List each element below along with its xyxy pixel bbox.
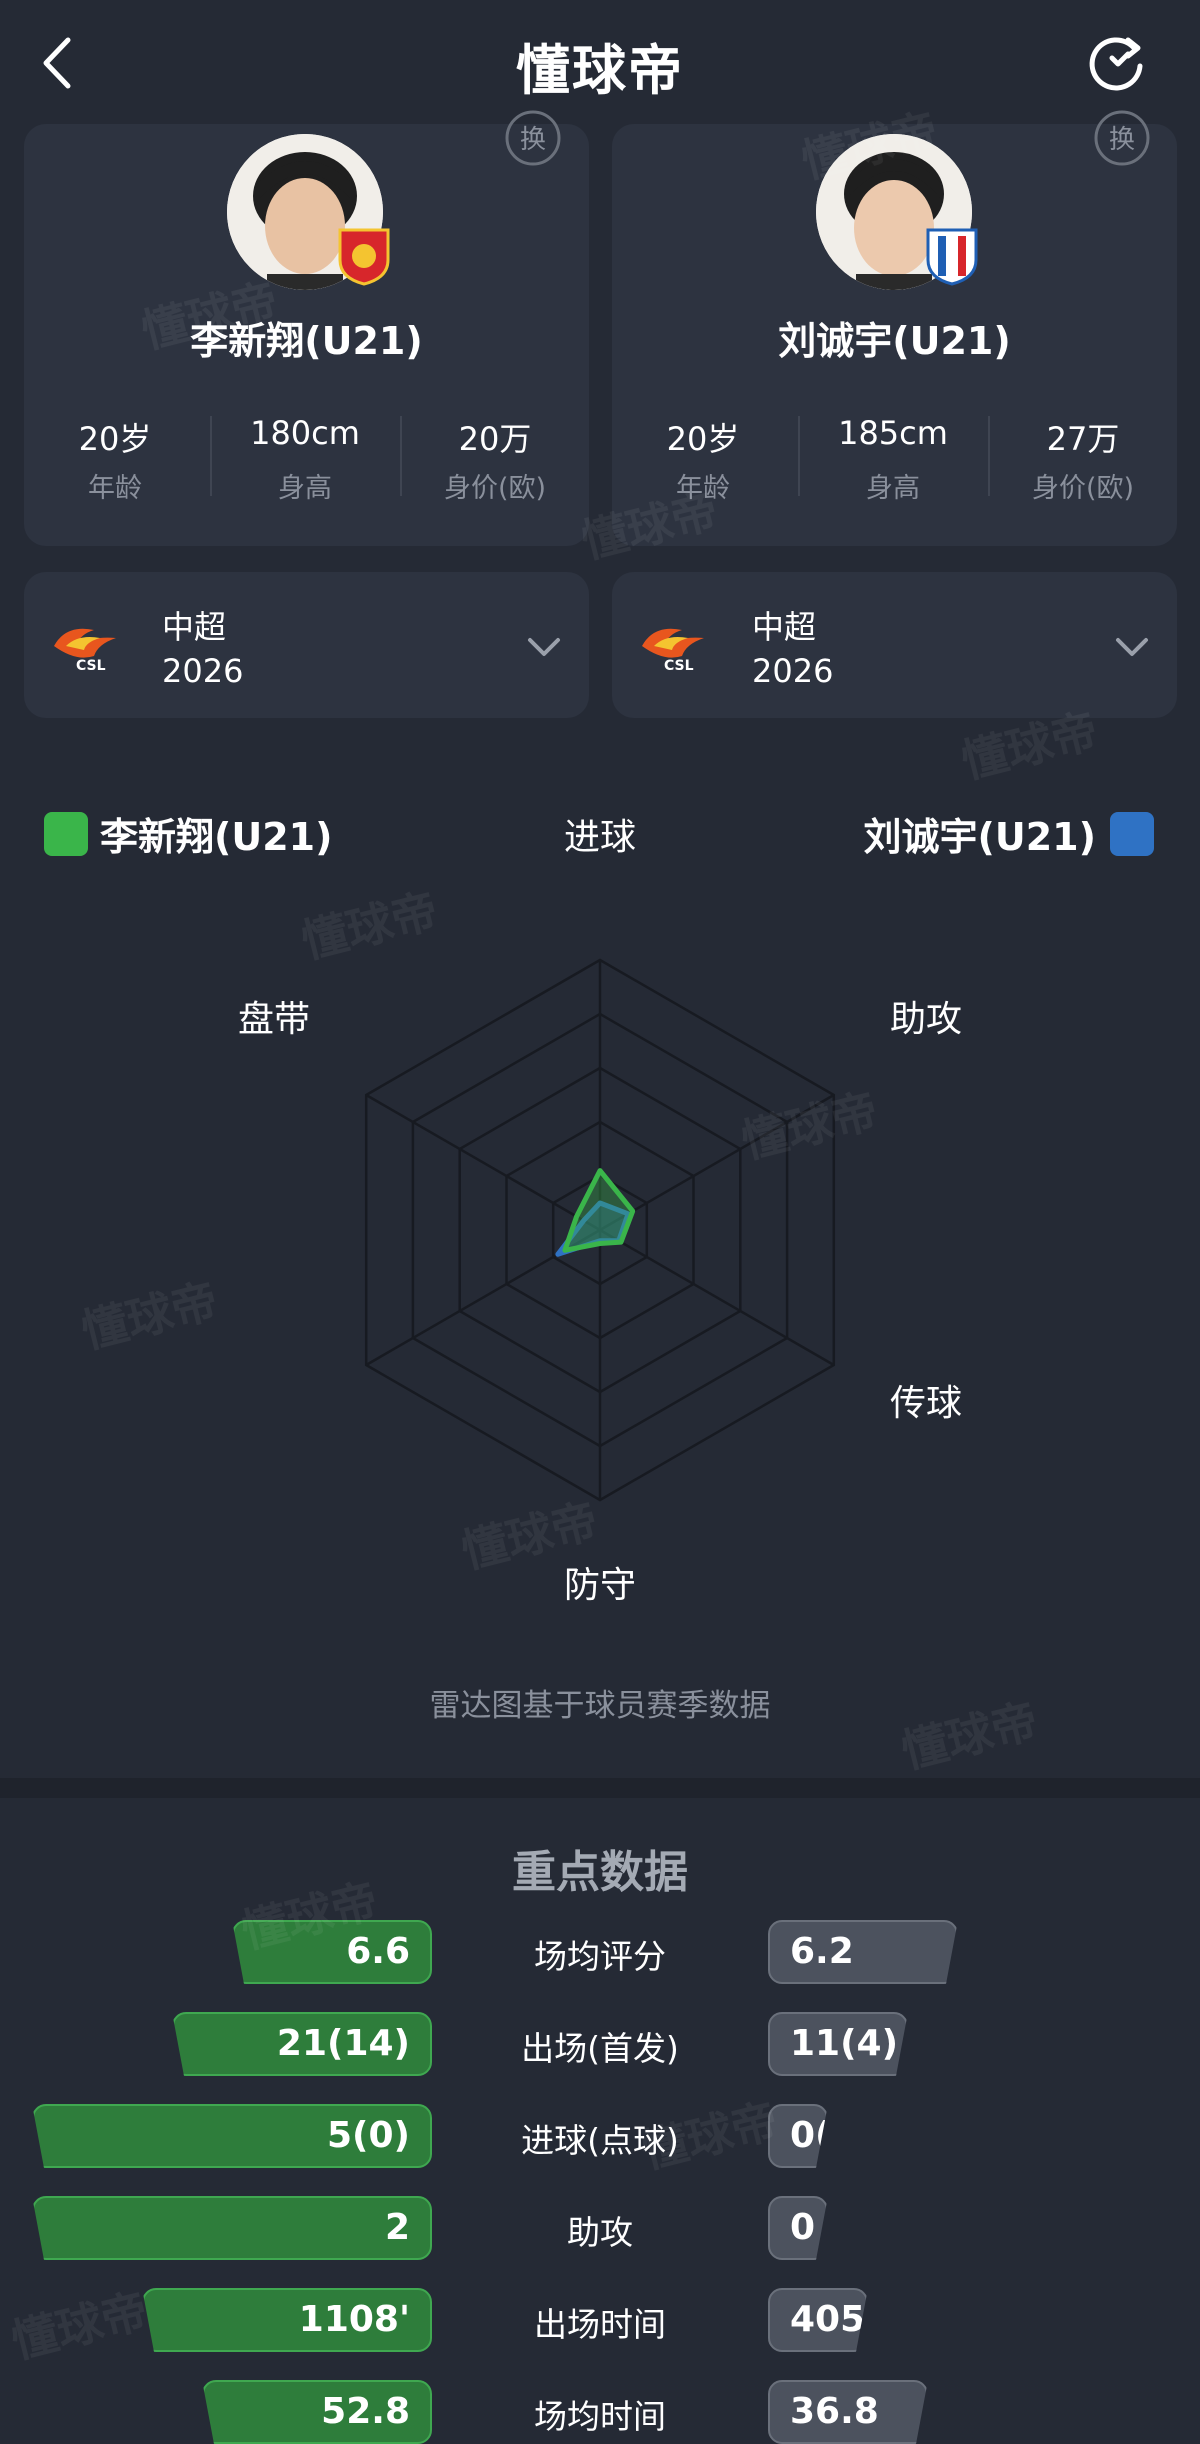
league-name: 中超 [752,608,817,646]
watermark: 懂球帝 [636,2093,784,2179]
app-title: 懂球帝 [516,39,684,102]
chevron-down-icon[interactable] [524,628,564,668]
radar-axis-label: 传球 [890,1383,963,1424]
swap-icon[interactable]: 换 [1092,108,1152,168]
keydata-row-label: 出场时间 [534,2305,666,2344]
league-season: 2026 [162,652,244,690]
watermark: 懂球帝 [6,2283,154,2369]
age-label: 年龄 [88,473,142,504]
watermark: 懂球帝 [576,483,724,569]
swap-label: 换 [520,125,546,155]
swap-label: 换 [1109,125,1135,155]
league-name: 中超 [162,608,227,646]
radar-chart [364,958,836,1502]
csl-logo-icon: CSL [634,616,724,676]
divider [988,416,990,496]
club-logo-icon [924,226,980,286]
value-label: 身价(欧) [1031,473,1135,504]
svg-text:CSL: CSL [664,658,694,674]
height-label: 身高 [278,473,332,504]
age-value: 20岁 [666,420,740,458]
radar-spoke [365,1093,601,1232]
keydata-left-value: 2 [32,2196,432,2260]
keydata-row-label: 场均时间 [534,2397,666,2436]
keydata-left-value: 1108' [142,2288,432,2352]
legend-swatch-left [44,812,88,856]
value-value: 27万 [1046,420,1120,458]
chevron-down-icon[interactable] [1112,628,1152,668]
club-logo-icon [336,226,392,286]
age-value: 20岁 [78,420,152,458]
svg-text:CSL: CSL [76,658,106,674]
radar-axis-label: 盘带 [237,999,310,1040]
height-value: 180cm [250,414,360,452]
value-value: 20万 [458,420,532,458]
keydata-row-label: 助攻 [567,2213,633,2252]
divider [400,416,402,496]
radar-series-polygon [562,1168,636,1253]
player-name: 李新翔(U21) [190,319,423,363]
keydata-left-value: 52.8 [202,2380,432,2444]
radar-axis-label: 助攻 [890,999,963,1040]
section-title: 重点数据 [512,1847,688,1898]
keydata-right-value: 11(4) [768,2012,908,2076]
radar-axis-label: 进球 [563,817,636,858]
radar-spoke [599,1228,835,1367]
section-divider [0,1778,1200,1798]
keydata-row-label: 出场(首发) [521,2029,679,2068]
league-season: 2026 [752,652,834,690]
keydata-right-value: 6.2 [768,1920,958,1984]
height-value: 185cm [838,414,948,452]
height-label: 身高 [866,473,920,504]
watermark: 懂球帝 [76,1273,224,1359]
keydata-right-value: 405' [768,2288,868,2352]
keydata-left-value: 21(14) [172,2012,432,2076]
legend-name-left: 李新翔(U21) [100,815,333,859]
swap-icon[interactable]: 换 [503,108,563,168]
player-name: 刘诚宇(U21) [778,319,1011,363]
csl-logo-icon: CSL [46,616,136,676]
keydata-left-value: 5(0) [32,2104,432,2168]
keydata-row-label: 场均评分 [534,1937,666,1976]
divider [210,416,212,496]
refresh-icon[interactable] [1082,28,1152,98]
divider [798,416,800,496]
legend-swatch-right [1110,812,1154,856]
keydata-right-value: 0 [768,2196,828,2260]
value-label: 身价(欧) [443,473,547,504]
legend-name-right: 刘诚宇(U21) [863,815,1096,859]
keydata-right-value: 36.8 [768,2380,928,2444]
